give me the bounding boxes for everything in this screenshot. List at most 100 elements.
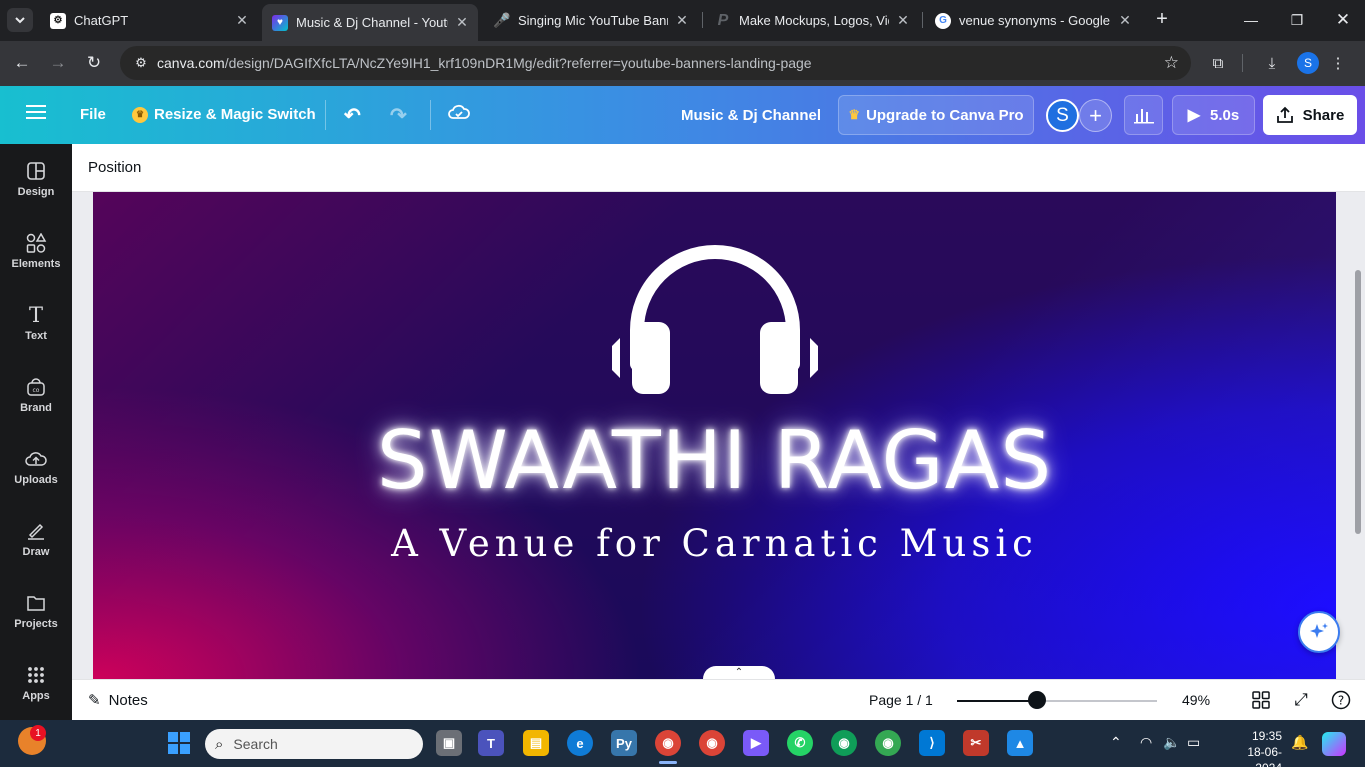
tab-divider bbox=[922, 12, 923, 28]
file-menu[interactable]: File bbox=[80, 106, 106, 123]
close-icon[interactable]: ✕ bbox=[454, 14, 470, 31]
user-avatar[interactable]: S bbox=[1046, 99, 1079, 132]
apps-icon bbox=[27, 662, 45, 688]
python-icon[interactable]: Py bbox=[611, 730, 637, 756]
hamburger-menu-icon[interactable] bbox=[26, 104, 46, 120]
vscode-icon[interactable]: ⟩ bbox=[919, 730, 945, 756]
download-icon[interactable]: ⤓ bbox=[1260, 51, 1284, 75]
windows-start-icon[interactable] bbox=[168, 732, 190, 754]
undo-icon[interactable]: ↶ bbox=[344, 103, 361, 128]
close-icon[interactable]: ✕ bbox=[1117, 12, 1133, 29]
tab-search-button[interactable] bbox=[7, 8, 33, 32]
tab-google-search[interactable]: G venue synonyms - Google Search ✕ bbox=[925, 6, 1141, 35]
copilot-icon[interactable] bbox=[1322, 732, 1346, 756]
clock-date: 18-06-2024 bbox=[1247, 745, 1282, 767]
upgrade-button[interactable]: ♛ Upgrade to Canva Pro bbox=[838, 95, 1034, 135]
resize-magic-switch-button[interactable]: ♛ Resize & Magic Switch bbox=[132, 106, 316, 123]
close-icon[interactable]: ✕ bbox=[674, 12, 690, 29]
clock-time: 19:35 bbox=[1251, 729, 1282, 743]
window-close-button[interactable]: ✕ bbox=[1320, 0, 1365, 40]
volume-icon[interactable]: 🔈 bbox=[1163, 734, 1180, 751]
tab-placeit[interactable]: P Make Mockups, Logos, Videos ✕ bbox=[705, 6, 919, 35]
chrome-profile-3-icon[interactable]: ◉ bbox=[875, 730, 901, 756]
photos-icon[interactable]: ▲ bbox=[1007, 730, 1033, 756]
canvas-scrollbar[interactable] bbox=[1355, 270, 1361, 534]
rail-item-draw[interactable]: Draw bbox=[0, 508, 72, 574]
file-explorer-icon[interactable]: ▤ bbox=[523, 730, 549, 756]
forward-button[interactable]: → bbox=[44, 49, 72, 77]
canva-icon: ♥ bbox=[272, 14, 288, 31]
placeit-icon: P bbox=[717, 11, 729, 29]
tab-title: venue synonyms - Google Search bbox=[959, 13, 1111, 28]
share-button[interactable]: Share bbox=[1263, 95, 1357, 135]
play-icon: ▶ bbox=[1187, 107, 1201, 124]
address-bar[interactable]: ⚙ canva.com/design/DAGIfXfcLTA/NcZYe9IH1… bbox=[120, 46, 1191, 80]
zoom-slider-thumb[interactable] bbox=[1028, 691, 1046, 709]
rail-item-elements[interactable]: Elements bbox=[0, 220, 72, 286]
header-divider bbox=[430, 100, 431, 130]
present-button[interactable]: ▶ 5.0s bbox=[1172, 95, 1255, 135]
zoom-slider[interactable] bbox=[957, 700, 1157, 702]
reload-button[interactable]: ↻ bbox=[80, 49, 108, 77]
rail-item-text[interactable]: T Text bbox=[0, 292, 72, 358]
position-button[interactable]: Position bbox=[88, 159, 141, 176]
taskbar-search[interactable]: ⌕ Search bbox=[205, 729, 423, 759]
document-title[interactable]: Music & Dj Channel bbox=[681, 107, 821, 124]
chrome-icon[interactable]: ◉ bbox=[655, 730, 681, 756]
notification-bell-icon[interactable]: 🔔 bbox=[1291, 734, 1308, 751]
projects-icon bbox=[26, 590, 46, 616]
magic-sparkle-button[interactable] bbox=[1298, 611, 1340, 653]
tray-chevron-up-icon[interactable]: ⌃ bbox=[1110, 734, 1122, 751]
page-handle-chevron-up-icon[interactable]: ⌃ bbox=[703, 666, 775, 679]
rail-item-projects[interactable]: Projects bbox=[0, 580, 72, 646]
tab-chatgpt[interactable]: ⚙ ChatGPT ✕ bbox=[40, 6, 258, 35]
task-view-icon[interactable]: ▣ bbox=[436, 730, 462, 756]
wifi-icon[interactable]: ◠ bbox=[1140, 734, 1152, 751]
clipchamp-icon[interactable]: ▶ bbox=[743, 730, 769, 756]
page-indicator[interactable]: Page 1 / 1 bbox=[869, 692, 933, 708]
snipping-tool-icon[interactable]: ✂ bbox=[963, 730, 989, 756]
chrome-profile-2-icon[interactable]: ◉ bbox=[831, 730, 857, 756]
tab-divider bbox=[702, 12, 703, 28]
tab-canva-active[interactable]: ♥ Music & Dj Channel - Youtube ✕ bbox=[262, 4, 478, 41]
insights-button[interactable] bbox=[1124, 95, 1163, 135]
headphones-icon[interactable] bbox=[610, 232, 820, 398]
back-button[interactable]: ← bbox=[8, 49, 36, 77]
minimize-button[interactable]: — bbox=[1228, 0, 1274, 40]
restore-button[interactable]: ❐ bbox=[1274, 0, 1320, 40]
profile-avatar[interactable]: S bbox=[1297, 52, 1319, 74]
rail-label: Projects bbox=[14, 618, 58, 630]
rail-item-uploads[interactable]: Uploads bbox=[0, 436, 72, 502]
close-icon[interactable]: ✕ bbox=[895, 12, 911, 29]
tab-singing-mic[interactable]: 🎤 Singing Mic YouTube Banner ✕ bbox=[484, 6, 698, 35]
battery-icon[interactable]: ▭ bbox=[1187, 734, 1200, 751]
notes-label: Notes bbox=[108, 691, 148, 709]
add-collaborator-button[interactable]: + bbox=[1079, 99, 1112, 132]
fullscreen-icon[interactable]: ⤢ bbox=[1290, 689, 1312, 711]
sparkle-icon bbox=[1310, 623, 1328, 638]
close-icon[interactable]: ✕ bbox=[234, 12, 250, 29]
design-subtitle-text[interactable]: A Venue for Carnatic Music bbox=[93, 522, 1336, 565]
help-icon[interactable]: ? bbox=[1330, 689, 1352, 711]
design-title-text[interactable]: SWAATHI RAGAS bbox=[93, 414, 1336, 507]
design-canvas[interactable]: SWAATHI RAGAS A Venue for Carnatic Music… bbox=[93, 192, 1336, 679]
new-tab-button[interactable]: + bbox=[1150, 8, 1174, 32]
clock[interactable]: 19:35 18-06-2024 bbox=[1222, 728, 1282, 767]
teams-icon[interactable]: T bbox=[478, 730, 504, 756]
menu-dots-icon[interactable]: ⋮ bbox=[1326, 51, 1350, 75]
site-info-icon[interactable]: ⚙ bbox=[126, 55, 156, 71]
rail-item-design[interactable]: Design bbox=[0, 148, 72, 214]
grid-view-icon[interactable] bbox=[1250, 689, 1272, 711]
rail-item-brand[interactable]: co Brand bbox=[0, 364, 72, 430]
chatgpt-icon: ⚙ bbox=[50, 12, 66, 29]
rail-item-apps[interactable]: Apps bbox=[0, 652, 72, 718]
edge-icon[interactable]: e bbox=[567, 730, 593, 756]
extensions-icon[interactable]: ⧉ bbox=[1206, 51, 1230, 75]
cloud-save-icon[interactable] bbox=[448, 103, 470, 121]
notes-button[interactable]: ✎ Notes bbox=[88, 691, 148, 710]
redo-icon[interactable]: ↷ bbox=[390, 103, 407, 128]
chrome-profile-icon[interactable]: ◉ bbox=[699, 730, 725, 756]
zoom-level[interactable]: 49% bbox=[1182, 692, 1210, 708]
bookmark-star-icon[interactable]: ☆ bbox=[1164, 53, 1179, 73]
whatsapp-icon[interactable]: ✆ bbox=[787, 730, 813, 756]
